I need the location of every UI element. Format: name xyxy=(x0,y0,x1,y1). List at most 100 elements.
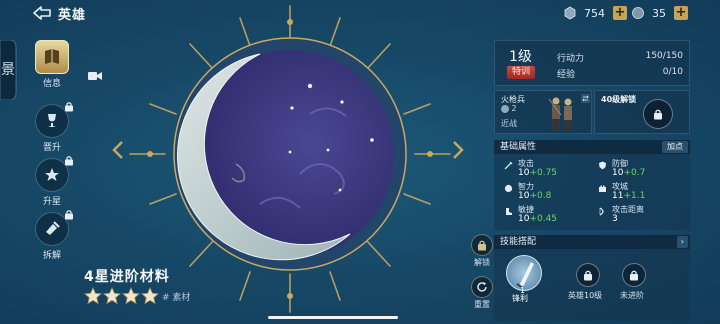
lock-icon xyxy=(630,270,638,281)
hero-level: 1级 xyxy=(509,49,532,65)
boot-icon xyxy=(506,208,512,215)
lock-icon xyxy=(584,270,592,281)
lock-icon xyxy=(471,234,493,256)
nav-info[interactable]: 信息 xyxy=(32,40,72,89)
attr-growth: +0.75 xyxy=(529,168,558,178)
unit-count-row: 2 xyxy=(501,104,517,113)
resource-counter-2: 35 + xyxy=(630,4,688,22)
trophy-icon xyxy=(35,102,73,138)
lock-icon xyxy=(65,210,73,220)
skill-loadout-title: 技能搭配 xyxy=(500,237,537,247)
unlock-button[interactable]: 解锁 xyxy=(470,234,494,268)
star-icon xyxy=(122,287,140,305)
nav-disassemble-label: 拆解 xyxy=(42,251,61,261)
lock-icon xyxy=(65,156,73,166)
stat-action-points: 行动力 150/150 xyxy=(557,51,683,64)
attr-value: 10+0.75 xyxy=(518,168,557,178)
attr-value: 10+0.7 xyxy=(612,168,645,178)
nav-star-up-label: 升星 xyxy=(42,197,61,207)
resource-1-value: 754 xyxy=(584,6,605,20)
train-tag[interactable]: 特训 xyxy=(507,66,535,79)
siege-icon xyxy=(599,185,606,192)
attr-growth: +0.45 xyxy=(529,214,558,224)
back-icon[interactable] xyxy=(32,5,52,21)
coin-icon xyxy=(632,7,644,19)
nav-promote-label: 晋升 xyxy=(42,143,61,153)
disassemble-icon xyxy=(35,210,73,246)
star-up-icon xyxy=(35,156,73,192)
attr-base: 10 xyxy=(518,168,530,178)
base-attributes-header: 基础属性 加点 xyxy=(494,140,690,154)
refresh-icon xyxy=(471,276,493,298)
skill-loadout-header[interactable]: 技能搭配 › xyxy=(494,235,690,249)
musketeer-figure-icon xyxy=(548,97,572,131)
add-resource-1-button[interactable]: + xyxy=(613,6,627,20)
resource-2-value: 35 xyxy=(652,6,666,20)
reset-button[interactable]: 重置 xyxy=(470,276,494,310)
add-point-button[interactable]: 加点 xyxy=(662,141,688,153)
resource-counter-1: 754 + xyxy=(562,4,627,22)
stat-name: 经验 xyxy=(557,70,576,80)
shield-icon xyxy=(599,161,606,170)
stat-value: 150/150 xyxy=(645,51,683,61)
attr-growth: +1.1 xyxy=(623,191,646,201)
unit-card[interactable]: 火枪兵 2 近战 xyxy=(494,90,592,134)
attr-growth: +0.8 xyxy=(529,191,552,201)
skill-slot-2-requirement: 未进阶 xyxy=(620,291,644,300)
nav-star-up[interactable]: 升星 xyxy=(32,156,73,207)
gem-icon xyxy=(564,6,576,20)
attr-value: 10+0.45 xyxy=(518,214,557,224)
material-name: 4星进阶材料 xyxy=(84,269,170,285)
skill-slot-1-requirement: 英雄10级 xyxy=(568,291,603,300)
svg-text:景: 景 xyxy=(1,62,15,78)
star-icon xyxy=(103,287,121,305)
side-drawer-handle[interactable]: 景 xyxy=(0,40,18,100)
sword-icon xyxy=(504,161,513,170)
attr-base: 11 xyxy=(612,191,624,201)
chevron-right-icon[interactable]: › xyxy=(676,236,688,248)
bow-icon xyxy=(599,207,604,216)
unit-type-icon xyxy=(501,104,509,113)
skill-slot-locked-2[interactable] xyxy=(622,263,646,287)
material-tag: # 素材 xyxy=(162,293,191,303)
attr-value: 11+1.1 xyxy=(612,191,645,201)
unit-range: 近战 xyxy=(501,119,517,128)
attr-base: 10 xyxy=(612,168,624,178)
skill-slots: 1 锋利 英雄10级 未进阶 xyxy=(494,249,690,321)
brain-icon xyxy=(504,184,513,193)
stat-name: 行动力 xyxy=(557,54,585,64)
unit-count: 2 xyxy=(511,104,517,113)
reset-label: 重置 xyxy=(474,300,490,309)
skill-slot-locked-1[interactable] xyxy=(576,263,600,287)
level-box: 1级 特训 行动力 150/150 经验 0/10 xyxy=(494,40,690,86)
skill-name: 锋利 xyxy=(512,294,528,303)
nav-info-label: 信息 xyxy=(42,79,61,89)
nav-promote[interactable]: 晋升 xyxy=(32,102,73,153)
lock-icon xyxy=(643,99,673,129)
lock-icon xyxy=(65,102,73,112)
attr-value: 3 xyxy=(612,214,618,224)
star-icon xyxy=(84,287,102,305)
attr-growth: +0.7 xyxy=(623,168,646,178)
home-indicator xyxy=(268,316,398,319)
stat-experience: 经验 0/10 xyxy=(557,67,683,80)
nav-disassemble[interactable]: 拆解 xyxy=(32,210,73,261)
base-attributes-title: 基础属性 xyxy=(500,142,537,152)
attr-base: 3 xyxy=(612,214,618,224)
unlock-label: 解锁 xyxy=(474,258,490,267)
attr-value: 10+0.8 xyxy=(518,191,551,201)
attr-base: 10 xyxy=(518,214,530,224)
swap-icon[interactable] xyxy=(581,94,590,103)
add-resource-2-button[interactable]: + xyxy=(674,6,688,20)
video-camera-icon[interactable] xyxy=(88,71,102,81)
material-star-rating xyxy=(84,287,160,305)
stat-value: 0/10 xyxy=(662,67,683,77)
star-icon xyxy=(141,287,159,305)
next-arrow-icon[interactable] xyxy=(452,140,464,160)
locked-unit-slot[interactable]: 40级解锁 xyxy=(594,90,690,134)
prev-arrow-icon[interactable] xyxy=(112,140,124,160)
attribute-grid: 攻击 10+0.75 防御 10+0.7 智力 10+0.8 攻城 11+1.1… xyxy=(494,154,690,230)
book-icon xyxy=(35,40,69,74)
attr-base: 10 xyxy=(518,191,530,201)
unlock-requirement: 40级解锁 xyxy=(601,95,637,104)
